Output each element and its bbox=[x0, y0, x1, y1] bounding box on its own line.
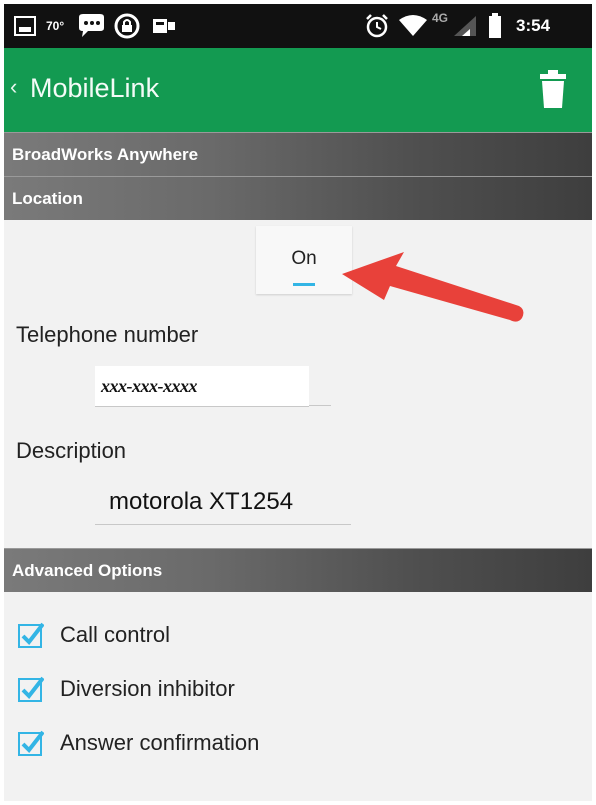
option-diversion-inhibitor[interactable]: Diversion inhibitor bbox=[4, 668, 592, 712]
status-bar: 70° 4G 3:54 bbox=[4, 4, 592, 48]
chat-bubble-icon bbox=[76, 4, 106, 48]
description-value: motorola XT1254 bbox=[109, 488, 294, 515]
network-type-label: 4G bbox=[432, 11, 449, 25]
description-label: Description bbox=[16, 438, 127, 463]
field-underline bbox=[309, 405, 331, 406]
alarm-clock-icon bbox=[364, 4, 390, 48]
telephone-number-field[interactable]: xxx-xxx-xxxx bbox=[95, 366, 309, 407]
app-bar: ‹ MobileLink bbox=[4, 48, 592, 132]
app-notification-icon bbox=[152, 4, 176, 48]
checkbox-checked-icon[interactable] bbox=[18, 730, 44, 756]
back-button[interactable]: ‹ bbox=[10, 74, 17, 100]
chevron-left-icon: ‹ bbox=[10, 74, 18, 99]
app-screen: 70° 4G 3:54 ‹ MobileLink BroadWorks Anyw… bbox=[4, 4, 592, 801]
description-field[interactable]: motorola XT1254 bbox=[95, 480, 351, 525]
option-label: Call control bbox=[60, 622, 171, 647]
telephone-number-label: Telephone number bbox=[16, 322, 199, 347]
option-call-control[interactable]: Call control bbox=[4, 614, 592, 658]
trash-icon bbox=[540, 70, 566, 108]
section-header-broadworks: BroadWorks Anywhere bbox=[4, 132, 592, 176]
picture-notification-icon bbox=[14, 4, 36, 48]
temperature-text: 70° bbox=[46, 19, 65, 33]
option-label: Answer confirmation bbox=[60, 730, 260, 755]
lock-circle-icon bbox=[114, 4, 140, 48]
section-header-advanced-options: Advanced Options bbox=[4, 548, 592, 592]
telephone-number-value: xxx-xxx-xxxx bbox=[101, 376, 198, 396]
checkbox-checked-icon[interactable] bbox=[18, 622, 44, 648]
annotation-arrow-icon bbox=[342, 252, 524, 322]
wifi-icon bbox=[398, 4, 428, 48]
toggle-indicator bbox=[293, 283, 315, 286]
delete-button[interactable] bbox=[538, 70, 568, 110]
section-header-location: Location bbox=[4, 176, 592, 220]
checkbox-checked-icon[interactable] bbox=[18, 676, 44, 702]
app-title[interactable]: MobileLink bbox=[30, 73, 159, 104]
signal-strength-icon bbox=[452, 4, 478, 48]
battery-icon bbox=[488, 4, 502, 48]
option-answer-confirmation[interactable]: Answer confirmation bbox=[4, 722, 592, 766]
clock-time: 3:54 bbox=[516, 16, 551, 35]
option-label: Diversion inhibitor bbox=[60, 676, 235, 701]
